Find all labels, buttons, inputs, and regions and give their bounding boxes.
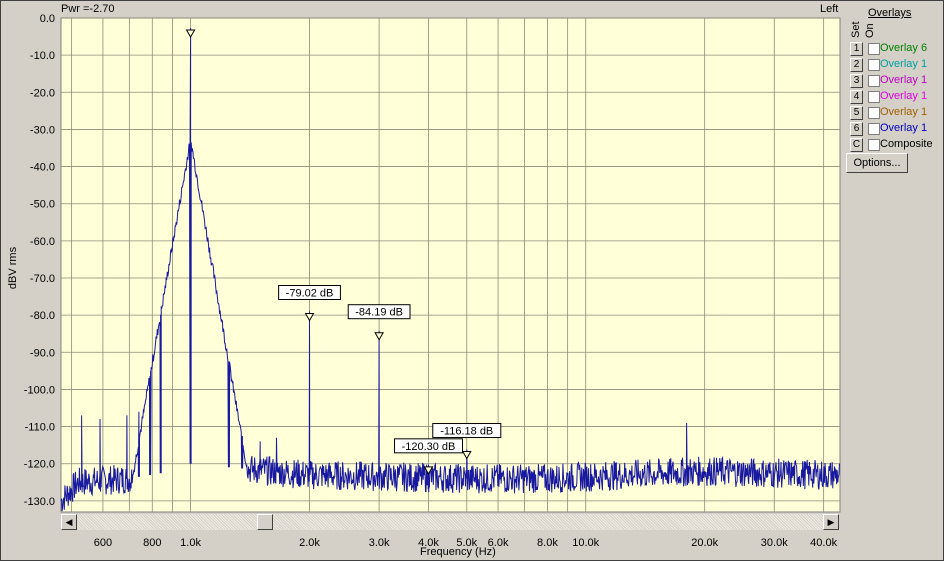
overlay-set-button[interactable]: C: [850, 138, 863, 152]
y-tick-label: -30.0: [30, 124, 55, 136]
peak-label: -84.19 dB: [355, 307, 403, 319]
overlay-name: Overlay 1: [880, 122, 928, 134]
x-tick-label: 40.0k: [810, 537, 837, 549]
x-tick-label: 3.0k: [369, 537, 390, 549]
overlay-checkbox[interactable]: [868, 107, 880, 119]
power-readout: Pwr =-2.70: [61, 3, 115, 15]
peak-label: -79.02 dB: [286, 288, 334, 300]
scroll-thumb[interactable]: [257, 514, 273, 530]
x-tick-label: 20.0k: [691, 537, 718, 549]
on-column-header: On: [864, 23, 876, 38]
options-button[interactable]: Options...: [846, 153, 908, 173]
x-tick-label: 1.0k: [180, 537, 201, 549]
overlay-name: Overlay 1: [880, 58, 928, 70]
set-column-header: Set: [850, 21, 862, 38]
x-tick-label: 10.0k: [572, 537, 599, 549]
overlay-name: Overlay 1: [880, 74, 928, 86]
y-tick-label: -100.0: [24, 384, 55, 396]
overlay-name: Overlay 1: [880, 106, 928, 118]
overlay-checkbox[interactable]: [868, 123, 880, 135]
overlay-row: 5 Overlay 1: [848, 105, 944, 121]
y-tick-label: -60.0: [30, 236, 55, 248]
y-tick-label: -40.0: [30, 162, 55, 174]
spectrum-chart: 0.0 -10.0 -20.0 -30.0 -40.0 -50.0 -60.0 -70.0 -8…: [24, 13, 841, 549]
y-tick-label: -130.0: [24, 496, 55, 508]
x-axis-label: Frequency (Hz): [420, 546, 496, 558]
y-tick-label: -50.0: [30, 199, 55, 211]
overlay-set-button[interactable]: 3: [850, 74, 863, 88]
y-axis-label: dBV rms: [7, 246, 19, 290]
scroll-left-icon[interactable]: ◀: [61, 514, 77, 530]
overlay-checkbox[interactable]: [868, 43, 880, 55]
x-tick-label: 8.0k: [537, 537, 558, 549]
y-tick-label: -20.0: [30, 87, 55, 99]
overlay-set-button[interactable]: 6: [850, 122, 863, 136]
y-tick-label: -10.0: [30, 50, 55, 62]
overlay-set-button[interactable]: 2: [850, 58, 863, 72]
y-tick-label: -70.0: [30, 273, 55, 285]
y-tick-label: -120.0: [24, 459, 55, 471]
overlays-title: Overlays: [868, 7, 912, 19]
overlay-checkbox[interactable]: [868, 75, 880, 87]
overlay-checkbox[interactable]: [868, 91, 880, 103]
scroll-right-icon[interactable]: ▶: [823, 514, 839, 530]
overlay-checkbox[interactable]: [868, 139, 880, 151]
y-tick-label: -80.0: [30, 310, 55, 322]
overlay-checkbox[interactable]: [868, 59, 880, 71]
overlay-set-button[interactable]: 5: [850, 106, 863, 120]
overlay-row: 3 Overlay 1: [848, 73, 944, 89]
overlay-row: 4 Overlay 1: [848, 89, 944, 105]
x-tick-label: 600: [94, 537, 112, 549]
overlay-name: Composite: [880, 138, 933, 150]
peak-label: -116.18 dB: [440, 426, 493, 438]
overlay-row: 2 Overlay 1: [848, 57, 944, 73]
channel-label: Left: [820, 3, 839, 15]
x-tick-label: 2.0k: [299, 537, 320, 549]
overlay-name: Overlay 1: [880, 90, 928, 102]
horizontal-scrollbar[interactable]: ◀ ▶: [61, 514, 839, 530]
x-tick-label: 30.0k: [761, 537, 788, 549]
overlay-name: Overlay 6: [880, 42, 928, 54]
y-tick-label: -90.0: [30, 347, 55, 359]
y-tick-label: 0.0: [40, 13, 55, 25]
overlay-set-button[interactable]: 4: [850, 90, 863, 104]
overlay-set-button[interactable]: 1: [850, 42, 863, 56]
overlay-row: C Composite: [848, 137, 944, 153]
overlay-row: 6 Overlay 1: [848, 121, 944, 137]
peak-label: -120.30 dB: [402, 441, 456, 453]
x-tick-label: 800: [143, 537, 161, 549]
y-tick-label: -110.0: [25, 422, 55, 434]
overlay-row: 1 Overlay 6: [848, 41, 944, 57]
